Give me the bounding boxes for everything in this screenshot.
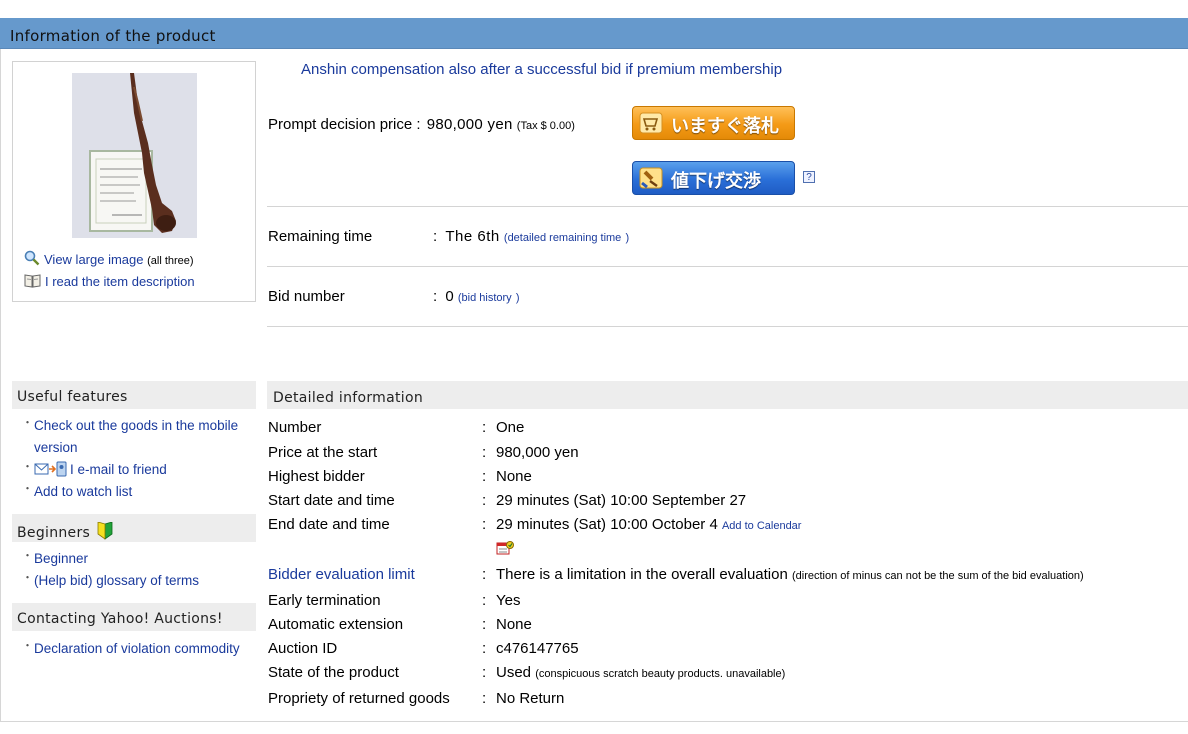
detail-value-number: One: [496, 419, 525, 436]
bid-history-link[interactable]: bid history: [462, 292, 512, 304]
detail-value-state: Used (conspicuous scratch beauty product…: [496, 664, 786, 681]
remaining-time-value: The 6th: [445, 228, 500, 245]
detail-value-end-date: 29 minutes (Sat) 10:00 October 4 Add to …: [496, 516, 802, 533]
help-icon[interactable]: ?: [803, 171, 815, 183]
view-large-image-link[interactable]: View large image (all three): [24, 250, 194, 269]
add-to-calendar-link[interactable]: Add to Calendar: [722, 520, 802, 532]
gavel-icon: [639, 167, 663, 189]
detail-value-early-termination: Yes: [496, 592, 521, 609]
detail-value-evaluation-limit: There is a limitation in the overall eva…: [496, 566, 1084, 583]
tax-note: (Tax $ 0.00): [516, 120, 575, 132]
detail-value-auto-extension: None: [496, 616, 532, 633]
detail-label: Start date and time: [268, 492, 395, 509]
calendar-icon[interactable]: [496, 540, 514, 561]
page-title: Information of the product: [10, 27, 216, 45]
book-icon: [24, 273, 41, 291]
bid-number-value: 0: [445, 288, 454, 305]
detail-label: Auction ID: [268, 640, 338, 657]
bid-number-row: : 0 (bid history ): [433, 288, 520, 305]
prompt-price-row: Prompt decision price : 980,000 yen (Tax…: [268, 116, 575, 133]
buy-now-button[interactable]: いますぐ落札: [632, 106, 795, 140]
detail-label: Price at the start: [268, 444, 378, 461]
remaining-time-label: Remaining time: [268, 228, 373, 245]
bid-number-label: Bid number: [268, 288, 345, 305]
read-description-link[interactable]: I read the item description: [24, 273, 195, 291]
product-photo[interactable]: [72, 73, 197, 238]
detailed-info-heading: Detailed information: [267, 381, 1188, 409]
useful-features-heading: Useful features: [12, 381, 256, 409]
magnifier-icon: [24, 250, 40, 269]
detailed-remaining-time-link[interactable]: detailed remaining time: [508, 232, 622, 244]
divider: [267, 326, 1188, 327]
detail-label: Automatic extension: [268, 616, 404, 633]
prompt-price-label: Prompt decision price: [268, 116, 413, 133]
sidebar-item-violation-report[interactable]: ・ Declaration of violation commodity: [22, 638, 240, 660]
detail-label: State of the product: [268, 664, 399, 681]
sidebar-item-watch-list[interactable]: ・ Add to watch list: [22, 481, 132, 503]
prompt-price-value: 980,000 yen: [426, 116, 513, 133]
divider: [267, 266, 1188, 267]
beginner-mark-icon: [97, 521, 113, 544]
price-negotiation-button[interactable]: 値下げ交渉: [632, 161, 795, 195]
detail-label: Propriety of returned goods: [268, 690, 450, 707]
beginners-heading: Beginners: [12, 514, 256, 542]
contact-heading: Contacting Yahoo! Auctions!: [12, 603, 256, 631]
sidebar-item-glossary[interactable]: ・ (Help bid) glossary of terms: [22, 570, 199, 592]
detail-value-start-price: 980,000 yen: [496, 444, 579, 461]
shopping-cart-icon: [639, 112, 663, 134]
detail-value-start-date: 29 minutes (Sat) 10:00 September 27: [496, 492, 747, 509]
detail-value-returns: No Return: [496, 690, 565, 707]
detail-label: End date and time: [268, 516, 390, 533]
detail-label: Early termination: [268, 592, 381, 609]
detail-label: Highest bidder: [268, 468, 365, 485]
detail-value-highest-bidder: None: [496, 468, 532, 485]
title-bar: Information of the product: [0, 18, 1188, 49]
remaining-time-row: : The 6th (detailed remaining time ): [433, 228, 630, 245]
sidebar-item-mobile[interactable]: ・ Check out the goods in the mobile versi…: [22, 415, 254, 459]
detail-label: Number: [268, 419, 322, 436]
detail-value-auction-id: c476147765: [496, 640, 579, 657]
bidder-evaluation-limit-link[interactable]: Bidder evaluation limit: [268, 566, 415, 583]
image-panel: View large image (all three) I read the …: [12, 61, 256, 302]
divider: [267, 206, 1188, 207]
anshin-compensation-link[interactable]: Anshin compensation also after a success…: [301, 61, 782, 78]
